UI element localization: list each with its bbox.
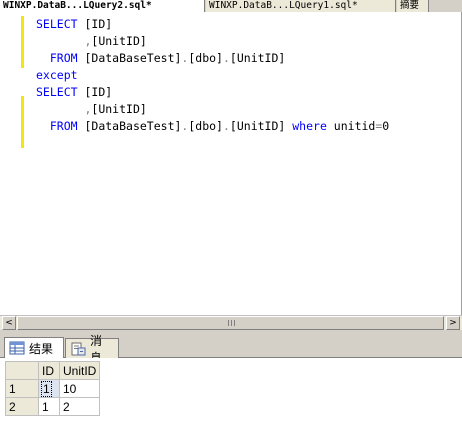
grid-icon	[9, 341, 25, 355]
code-line[interactable]: SELECT [ID]	[36, 84, 112, 101]
grid-cell[interactable]: 10	[58, 379, 101, 398]
code-line[interactable]: FROM [DataBaseTest].[dbo].[UnitID]	[36, 50, 285, 67]
tab-results[interactable]: 结果	[4, 337, 64, 358]
code-line[interactable]: except	[36, 67, 78, 84]
document-tab-strip: WINXP.DataB...LQuery2.sql* WINXP.DataB..…	[0, 0, 462, 12]
scrollbar-thumb[interactable]	[17, 316, 444, 330]
results-grid[interactable]: ID UnitID 1 1 10 2 1 2	[5, 361, 101, 416]
grid-cell[interactable]: 1	[38, 397, 60, 416]
sql-editor[interactable]: SELECT [ID] ,[UnitID] FROM [DataBaseTest…	[0, 12, 462, 315]
editor-gutter	[0, 12, 20, 315]
tab-messages[interactable]: 消息	[65, 334, 119, 365]
row-header[interactable]: 1	[5, 379, 39, 398]
sql-token: [UnitID]	[91, 34, 147, 48]
scroll-right-button[interactable]: >	[446, 316, 460, 330]
grid-cell-selected[interactable]: 1	[38, 379, 60, 398]
sql-token: [dbo]	[188, 119, 223, 133]
sql-token: .	[222, 119, 230, 133]
row-header[interactable]: 2	[5, 397, 39, 416]
sql-token: unitid	[326, 119, 376, 133]
code-line[interactable]: SELECT [ID]	[36, 16, 112, 33]
sql-token: [UnitID]	[229, 51, 286, 65]
sql-token: [ID]	[77, 17, 113, 31]
modified-lines-marker	[21, 96, 24, 148]
sql-token: [UnitID]	[91, 102, 147, 116]
tab-results-label: 结果	[29, 341, 54, 356]
scrollbar-grip-icon	[227, 320, 235, 326]
grid-corner[interactable]	[5, 361, 39, 380]
grid-header-row: ID UnitID	[5, 361, 101, 380]
code-line[interactable]: ,[UnitID]	[36, 33, 147, 50]
table-row: 2 1 2	[5, 397, 101, 416]
sql-token: [DataBaseTest]	[77, 51, 182, 65]
sql-token: [dbo]	[188, 51, 223, 65]
modified-lines-marker	[21, 16, 24, 68]
sql-token: 0	[382, 119, 390, 133]
sql-keyword: FROM	[49, 51, 78, 65]
message-icon	[70, 342, 86, 356]
code-line[interactable]: ,[UnitID]	[36, 101, 147, 118]
results-pane: ID UnitID 1 1 10 2 1 2	[0, 358, 462, 428]
tab-query2[interactable]: WINXP.DataB...LQuery2.sql*	[0, 0, 205, 12]
sql-keyword: FROM	[49, 119, 78, 133]
column-header-unitid[interactable]: UnitID	[58, 361, 101, 380]
sql-token: [UnitID]	[229, 119, 286, 133]
sql-token: .	[222, 51, 230, 65]
sql-keyword: where	[292, 119, 327, 133]
table-row: 1 1 10	[5, 379, 101, 398]
tab-summary[interactable]: 摘要	[397, 0, 429, 12]
grid-cell-value: 1	[41, 380, 52, 397]
sql-token: [DataBaseTest]	[77, 119, 182, 133]
sql-token: [ID]	[77, 85, 113, 99]
sql-keyword: SELECT	[36, 17, 78, 31]
horizontal-scrollbar[interactable]: < >	[0, 315, 462, 330]
grid-cell[interactable]: 2	[58, 397, 101, 416]
tab-query1[interactable]: WINXP.DataB...LQuery1.sql*	[206, 0, 396, 12]
sql-keyword: except	[36, 68, 78, 82]
scroll-left-button[interactable]: <	[2, 316, 16, 330]
code-line[interactable]: FROM [DataBaseTest].[dbo].[UnitID] where…	[36, 118, 389, 135]
results-tab-strip: 结果 消息	[0, 334, 462, 365]
sql-keyword: SELECT	[36, 85, 78, 99]
column-header-id[interactable]: ID	[38, 361, 60, 380]
